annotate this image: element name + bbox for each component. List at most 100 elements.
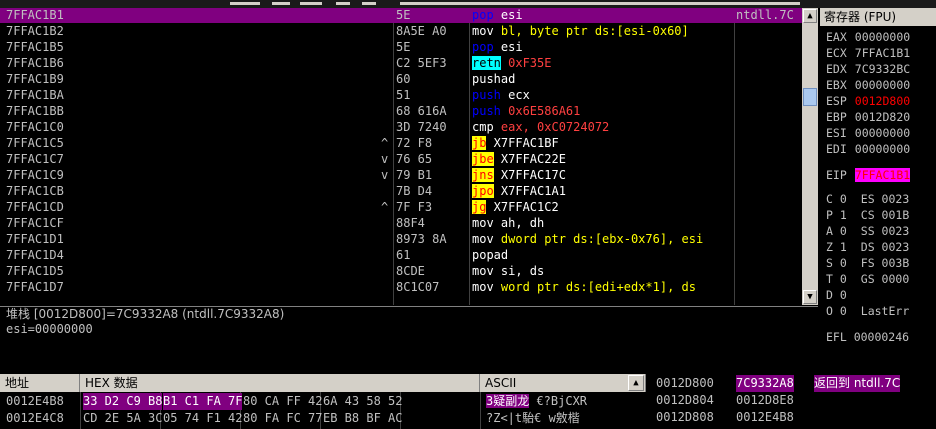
disasm-row[interactable]: 7FFAC1C9 v 79 B1 jns X7FFAC17C <box>0 168 818 183</box>
flag-value[interactable]: P 1 <box>826 208 847 222</box>
disasm-hex-bytes: 8CDE <box>396 264 425 278</box>
stack-row[interactable]: 0012D800 7C9332A8 返回到 ntdll.7C <box>648 375 936 392</box>
flag-row[interactable]: T 0 GS 0000 <box>826 272 909 287</box>
register-edi[interactable]: EDI 00000000 <box>826 142 910 157</box>
segment-register: LastErr <box>860 304 910 318</box>
disasm-row[interactable]: 7FFAC1BA 51 push ecx <box>0 88 818 103</box>
disasm-instruction: retn 0xF35E <box>472 56 734 71</box>
instruction-operands: ah, dh <box>493 216 545 230</box>
info-esi-line: esi=00000000 <box>6 322 93 336</box>
disasm-instruction: pushad <box>472 72 734 87</box>
dump-row[interactable]: 0012E4B8 33 D2 C9 B8 B1 C1 FA 7F 80 CA FF 4… <box>0 393 646 410</box>
dump-pane[interactable]: 0012E4B8 33 D2 C9 B8 B1 C1 FA 7F 80 CA FF 4… <box>0 392 646 429</box>
registers-title[interactable]: 寄存器 (FPU) <box>820 8 936 26</box>
flag-value[interactable]: Z 1 <box>826 240 847 254</box>
stack-row[interactable]: 0012D804 0012D8E8 <box>648 392 936 409</box>
flag-value[interactable]: D 0 <box>826 288 847 302</box>
register-ecx[interactable]: ECX 7FFAC1B1 <box>826 46 910 61</box>
scroll-thumb[interactable] <box>803 88 817 106</box>
disasm-row[interactable]: 7FFAC1B1 5E pop esi ntdll.7C <box>0 8 818 23</box>
disassembly-pane[interactable]: 7FFAC1B1 5E pop esi ntdll.7C 7FFAC1B2 8A5E A0… <box>0 8 818 305</box>
stack-value: 0012E4B8 <box>736 410 794 424</box>
instruction-mnemonic: push <box>472 104 501 118</box>
register-name: EDI <box>826 142 847 156</box>
disasm-instruction: popad <box>472 248 734 263</box>
disasm-address: 7FFAC1CB <box>6 184 64 198</box>
register-efl[interactable]: EFL 00000246 <box>826 330 909 345</box>
register-ebx[interactable]: EBX 00000000 <box>826 78 910 93</box>
disasm-row[interactable]: 7FFAC1C5 ^ 72 F8 jb X7FFAC1BF <box>0 136 818 151</box>
register-value[interactable]: 7FFAC1B1 <box>854 168 911 182</box>
flag-value[interactable]: S 0 <box>826 256 847 270</box>
disasm-address: 7FFAC1C0 <box>6 120 64 134</box>
disasm-row[interactable]: 7FFAC1BB 68 616A push 0x6E586A61 <box>0 104 818 119</box>
register-value[interactable]: 7C9332BC <box>855 62 910 76</box>
disasm-row[interactable]: 7FFAC1D7 8C1C07 mov word ptr ds:[edi+edx*1… <box>0 280 818 295</box>
flag-row[interactable]: A 0 SS 0023 <box>826 224 909 239</box>
disasm-row[interactable]: 7FFAC1CB 7B D4 jpo X7FFAC1A1 <box>0 184 818 199</box>
disasm-row[interactable]: 7FFAC1D5 8CDE mov si, ds <box>0 264 818 279</box>
disasm-instruction: jg X7FFAC1C2 <box>472 200 734 215</box>
dump-header-address[interactable]: 地址 <box>0 374 80 392</box>
register-edx[interactable]: EDX 7C9332BC <box>826 62 910 77</box>
flag-value[interactable]: O 0 <box>826 304 847 318</box>
register-value[interactable]: 00000000 <box>855 78 910 92</box>
instruction-operands: X7FFAC17C <box>493 168 566 182</box>
disasm-row[interactable]: 7FFAC1B6 C2 5EF3 retn 0xF35E <box>0 56 818 71</box>
jump-direction-arrow-icon: v <box>381 152 389 166</box>
disasm-instruction: jb X7FFAC1BF <box>472 136 734 151</box>
dump-row[interactable]: 0012E4C8 CD 2E 5A 3C 05 74 F1 42 80 FA FC 7… <box>0 410 646 427</box>
flag-row[interactable]: S 0 FS 003B <box>826 256 909 271</box>
disasm-hex-bytes: 72 F8 <box>396 136 433 150</box>
disasm-row[interactable]: 7FFAC1CF 88F4 mov ah, dh <box>0 216 818 231</box>
instruction-mnemonic: pop <box>472 40 494 54</box>
register-value[interactable]: 00000000 <box>855 142 910 156</box>
register-ebp[interactable]: EBP 0012D820 <box>826 110 910 125</box>
register-eax[interactable]: EAX 00000000 <box>826 30 910 45</box>
register-value[interactable]: 0012D820 <box>855 110 910 124</box>
register-eip[interactable]: EIP 7FFAC1B1 <box>826 168 911 183</box>
stack-scroll-up-arrow-icon[interactable]: ▲ <box>628 375 644 391</box>
disasm-address: 7FFAC1CF <box>6 216 64 230</box>
disasm-row[interactable]: 7FFAC1C7 v 76 65 jbe X7FFAC22E <box>0 152 818 167</box>
flag-row[interactable]: Z 1 DS 0023 <box>826 240 909 255</box>
registers-pane[interactable]: 寄存器 (FPU) EAX 00000000 ECX 7FFAC1B1 EDX 7C933… <box>820 8 936 370</box>
flag-row[interactable]: C 0 ES 0023 <box>826 192 909 207</box>
stack-address: 0012D804 <box>656 393 714 407</box>
dump-hex-bytes: 6A 43 58 52 <box>323 394 403 408</box>
disasm-row[interactable]: 7FFAC1C0 3D 7240 cmp eax, 0xC0724072 <box>0 120 818 135</box>
stack-pane[interactable]: 0012D800 7C9332A8 返回到 ntdll.7C 0012D804 0012… <box>648 374 936 429</box>
register-value[interactable]: 00000000 <box>855 30 910 44</box>
instruction-operands: 0xF35E <box>500 56 552 70</box>
disasm-row[interactable]: 7FFAC1B9 60 pushad <box>0 72 818 87</box>
dump-header-hex[interactable]: HEX 数据 <box>80 374 480 392</box>
flag-row[interactable]: O 0 LastErr <box>826 304 909 319</box>
flag-row[interactable]: D 0 <box>826 288 861 303</box>
register-value[interactable]: 00000000 <box>855 126 910 140</box>
flag-value[interactable]: A 0 <box>826 224 847 238</box>
disassembly-scrollbar[interactable]: ▲ ▼ <box>802 8 818 305</box>
scroll-down-arrow-icon[interactable]: ▼ <box>803 290 817 304</box>
jump-direction-arrow-icon: v <box>381 168 389 182</box>
register-esp[interactable]: ESP 0012D800 <box>826 94 910 109</box>
register-name: EIP <box>826 168 847 182</box>
instruction-operands: X7FFAC1A1 <box>493 184 566 198</box>
disasm-row[interactable]: 7FFAC1B5 5E pop esi <box>0 40 818 55</box>
instruction-mnemonic: jbe <box>472 152 494 166</box>
stack-row[interactable]: 0012D808 0012E4B8 <box>648 409 936 426</box>
flag-value[interactable]: T 0 <box>826 272 847 286</box>
disasm-row[interactable]: 7FFAC1CD ^ 7F F3 jg X7FFAC1C2 <box>0 200 818 215</box>
disasm-instruction: cmp eax, 0xC0724072 <box>472 120 734 135</box>
info-pane[interactable]: 堆栈 [0012D800]=7C9332A8 (ntdll.7C9332A8) … <box>0 306 818 373</box>
disasm-row[interactable]: 7FFAC1D4 61 popad <box>0 248 818 263</box>
register-value[interactable]: 0012D800 <box>855 94 910 108</box>
flag-row[interactable]: P 1 CS 001B <box>826 208 909 223</box>
register-esi[interactable]: ESI 00000000 <box>826 126 910 141</box>
register-value[interactable]: 7FFAC1B1 <box>855 46 910 60</box>
scroll-up-arrow-icon[interactable]: ▲ <box>803 9 817 23</box>
register-name: EDX <box>826 62 847 76</box>
disasm-row[interactable]: 7FFAC1D1 8973 8A mov dword ptr ds:[ebx-0x7… <box>0 232 818 247</box>
disasm-row[interactable]: 7FFAC1B2 8A5E A0 mov bl, byte ptr ds:[esi-… <box>0 24 818 39</box>
dump-header-ascii[interactable]: ASCII <box>480 374 646 392</box>
flag-value[interactable]: C 0 <box>826 192 847 206</box>
